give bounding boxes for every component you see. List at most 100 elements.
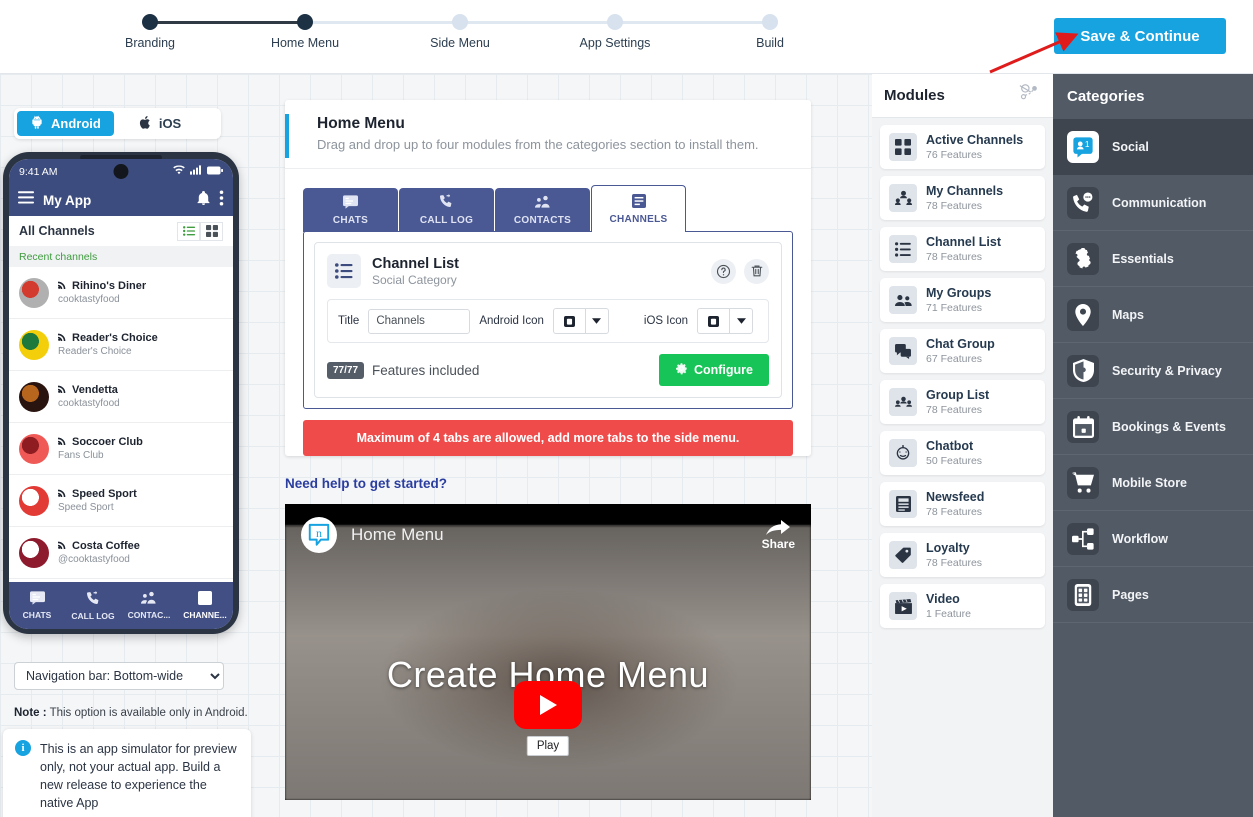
platform-ios-button[interactable]: iOS	[126, 111, 194, 136]
module-title-input[interactable]	[368, 308, 471, 334]
module-card-name: Loyalty	[926, 541, 970, 555]
tab-channels[interactable]: CHANNELS	[591, 185, 686, 232]
home-menu-tabs[interactable]: CHATS CALL LOG CONTACTS CHANNELS	[285, 169, 811, 232]
module-card[interactable]: Active Channels 76 Features	[880, 125, 1045, 169]
list-item[interactable]: Speed Sport Speed Sport	[9, 475, 233, 527]
modules-title: Modules	[884, 87, 945, 104]
category-item-mobile-store[interactable]: Mobile Store	[1053, 455, 1253, 511]
puzzle-icon	[1067, 242, 1099, 275]
module-card-features: 78 Features	[926, 251, 983, 263]
list-item[interactable]: Soccoer Club Fans Club	[9, 423, 233, 475]
phone-bottom-nav[interactable]: CHATS CALL LOG CONTAC... CHANNE...	[9, 582, 233, 629]
category-item-social[interactable]: 1 Social	[1053, 119, 1253, 175]
video-share-button[interactable]: Share	[762, 519, 795, 551]
navigation-bar-select[interactable]: Navigation bar: Bottom-wide	[14, 662, 224, 690]
channel-subtitle: @cooktastyfood	[58, 554, 130, 565]
bell-icon[interactable]	[197, 190, 210, 210]
category-label: Workflow	[1112, 531, 1169, 546]
contacts-icon	[141, 591, 157, 607]
category-item-security-privacy[interactable]: Security & Privacy	[1053, 343, 1253, 399]
need-help-link[interactable]: Need help to get started?	[285, 476, 811, 491]
trash-icon[interactable]	[744, 258, 769, 284]
battery-icon	[207, 166, 223, 178]
module-card[interactable]: Loyalty 78 Features	[880, 533, 1045, 577]
tab-chats[interactable]: CHATS	[303, 188, 398, 232]
phone-nav-contac[interactable]: CONTAC...	[121, 591, 177, 620]
save-and-continue-button[interactable]: Save & Continue	[1054, 18, 1226, 54]
configure-button[interactable]: Configure	[658, 354, 769, 386]
ios-icon-picker[interactable]	[697, 308, 753, 334]
platform-toggle[interactable]: Android iOS	[14, 108, 221, 139]
ios-icon-chevron-down-icon[interactable]	[729, 308, 753, 334]
category-item-essentials[interactable]: Essentials	[1053, 231, 1253, 287]
module-card-name: Chatbot	[926, 439, 974, 453]
channel-name: Vendetta	[58, 384, 120, 396]
module-card-features: 67 Features	[926, 353, 983, 365]
stepper-dot	[297, 14, 313, 30]
wifi-icon	[173, 165, 185, 178]
module-card[interactable]: Chatbot 50 Features	[880, 431, 1045, 475]
module-card[interactable]: Newsfeed 78 Features	[880, 482, 1045, 526]
installed-module-box: Channel List Social Category Title Chann…	[303, 231, 793, 409]
module-card-name: Newsfeed	[926, 490, 985, 504]
play-tooltip: Play	[526, 736, 570, 756]
module-category: Social Category	[372, 272, 457, 287]
tab-calllog[interactable]: CALL LOG	[399, 188, 494, 232]
list-item[interactable]: Costa Coffee @cooktastyfood	[9, 527, 233, 579]
list-item[interactable]: Reader's Choice Reader's Choice	[9, 319, 233, 371]
phone-screen: 9:41 AM My App All Channels Recent chann…	[9, 159, 233, 629]
overflow-menu-icon[interactable]	[219, 189, 224, 211]
module-card[interactable]: Video 1 Feature	[880, 584, 1045, 628]
avatar	[19, 537, 49, 568]
list-item[interactable]: Rihino's Diner cooktastyfood	[9, 267, 233, 319]
modules-panel: Modules Active Channels 76 Features My Cha…	[872, 74, 1053, 817]
communication-icon	[1067, 186, 1099, 219]
phone-nav-label: CHANNE...	[183, 610, 227, 620]
hamburger-menu-icon[interactable]	[18, 191, 34, 209]
category-label: Mobile Store	[1112, 475, 1188, 490]
phone-nav-label: CHATS	[22, 610, 52, 620]
tutorial-video-player[interactable]: n Home Menu Share Create Home Menu Play	[285, 504, 811, 800]
module-card-features: 78 Features	[926, 404, 983, 416]
category-item-maps[interactable]: Maps	[1053, 287, 1253, 343]
simulator-info-card: i This is an app simulator for preview o…	[3, 729, 251, 817]
tab-label: CHATS	[332, 214, 369, 226]
drag-pointer-icon	[1017, 82, 1041, 109]
module-card[interactable]: My Channels 78 Features	[880, 176, 1045, 220]
module-card-name: Chat Group	[926, 337, 995, 351]
view-mode-toggle[interactable]	[177, 221, 223, 241]
chatbot-icon	[889, 439, 917, 467]
social-icon: 1	[1067, 130, 1099, 163]
module-card-features: 76 Features	[926, 149, 983, 161]
category-item-communication[interactable]: Communication	[1053, 175, 1253, 231]
module-card[interactable]: My Groups 71 Features	[880, 278, 1045, 322]
module-card[interactable]: Chat Group 67 Features	[880, 329, 1045, 373]
category-item-pages[interactable]: Pages	[1053, 567, 1253, 623]
list-icon	[889, 235, 917, 263]
android-icon-picker[interactable]	[552, 308, 609, 334]
phone-nav-chats[interactable]: CHATS	[9, 591, 65, 620]
list-item[interactable]: Vendetta cooktastyfood	[9, 371, 233, 423]
module-card-features: 78 Features	[926, 557, 983, 569]
tab-contacts[interactable]: CONTACTS	[495, 188, 590, 232]
platform-android-button[interactable]: Android	[17, 111, 114, 136]
phone-nav-calllog[interactable]: CALL LOG	[65, 590, 121, 621]
module-card[interactable]: Group List 78 Features	[880, 380, 1045, 424]
rss-icon	[58, 540, 67, 552]
tab-label: CALL LOG	[419, 215, 474, 226]
phone-section-title: All Channels	[19, 224, 95, 238]
signal-icon	[190, 165, 202, 178]
android-icon-chevron-down-icon[interactable]	[584, 308, 609, 334]
category-item-workflow[interactable]: Workflow	[1053, 511, 1253, 567]
help-icon[interactable]	[711, 258, 736, 284]
module-card[interactable]: Channel List 78 Features	[880, 227, 1045, 271]
list-view-icon[interactable]	[177, 221, 200, 241]
grid-view-icon[interactable]	[200, 221, 223, 241]
category-item-bookings-events[interactable]: Bookings & Events	[1053, 399, 1253, 455]
category-label: Social	[1112, 139, 1149, 154]
stepper-label: App Settings	[579, 36, 651, 50]
page-subtitle: Drag and drop up to four modules from th…	[317, 137, 759, 152]
play-button[interactable]	[514, 681, 582, 729]
category-label: Bookings & Events	[1112, 419, 1226, 434]
phone-nav-channe[interactable]: CHANNE...	[177, 591, 233, 620]
